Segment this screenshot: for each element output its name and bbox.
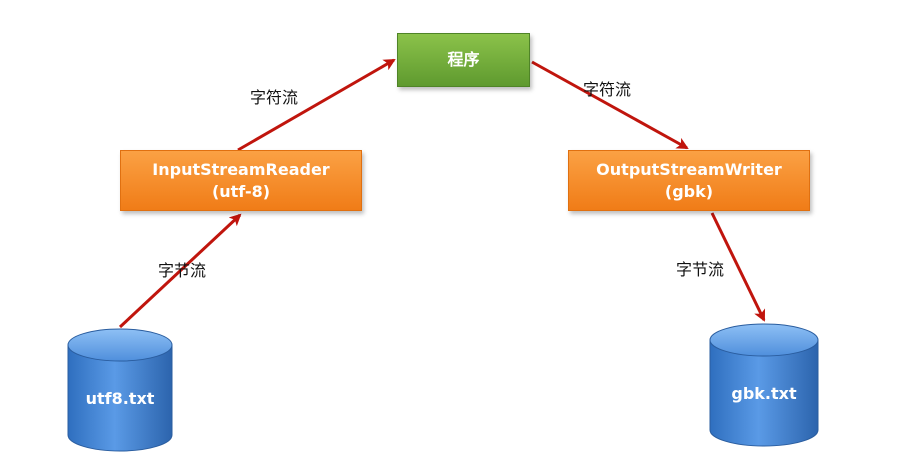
writer-label-line1: OutputStreamWriter <box>596 159 782 179</box>
reader-label-line2: (utf-8) <box>211 181 271 201</box>
program-label: 程序 <box>447 50 480 69</box>
reader-label-line1: InputStreamReader <box>152 159 330 179</box>
program-node: 程序 <box>397 33 530 87</box>
edge-label-writer-to-file: 字节流 <box>676 260 725 279</box>
edge-label-reader-to-program: 字符流 <box>250 88 299 107</box>
input-stream-reader-node: InputStreamReader (utf-8) <box>120 150 362 211</box>
target-file-label: gbk.txt <box>731 384 797 403</box>
edge-label-file-to-reader: 字节流 <box>158 261 207 280</box>
source-file-label: utf8.txt <box>85 389 155 408</box>
writer-label-line2: (gbk) <box>664 181 714 201</box>
output-stream-writer-node: OutputStreamWriter (gbk) <box>568 150 810 211</box>
arrow-program-to-writer <box>531 60 689 150</box>
edge-label-program-to-writer: 字符流 <box>583 80 632 99</box>
